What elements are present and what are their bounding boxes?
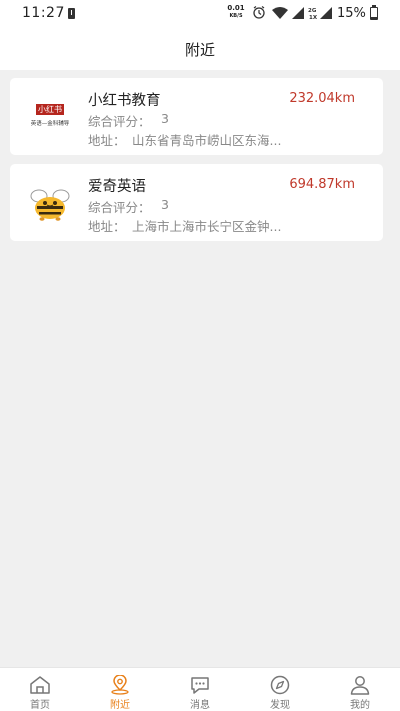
tab-discover-label: 发现	[270, 700, 290, 711]
listing-score-label: 综合评分：	[88, 200, 151, 215]
listing-address-label: 地址：	[88, 133, 126, 148]
signal-2-icon	[320, 7, 332, 19]
home-icon	[30, 676, 50, 694]
listing-address-label: 地址：	[88, 219, 126, 234]
tab-home-label: 首页	[30, 700, 50, 711]
notification-alert-icon	[68, 8, 75, 19]
listing-distance: 232.04km	[289, 91, 355, 106]
listing-name: 小红书教育	[88, 93, 161, 109]
battery-icon	[370, 5, 378, 20]
wifi-icon	[272, 7, 288, 19]
status-time: 11:27	[22, 5, 65, 21]
bee-logo	[30, 189, 70, 221]
listing-score-label: 综合评分：	[88, 114, 151, 129]
tab-profile-label: 我的	[350, 700, 370, 711]
listing-card-xiaohongshu[interactable]: 小红书 英语—金科辅导 小红书教育 232.04km 综合评分： 3 地址： 山…	[10, 78, 383, 155]
tab-nearby-label: 附近	[110, 700, 130, 711]
listing-card-aiqi[interactable]: 爱奇英语 694.87km 综合评分： 3 地址： 上海市上海市长宁区金钟...	[10, 164, 383, 241]
page-title: 附近	[184, 41, 215, 59]
status-icons: 2G 1X	[253, 6, 332, 21]
listing-name: 爱奇英语	[88, 179, 146, 195]
logo-brand-text: 小红书	[36, 104, 64, 115]
tab-messages-label: 消息	[190, 700, 210, 711]
tab-discover[interactable]: 发现	[248, 668, 312, 711]
listing-address: 上海市上海市长宁区金钟...	[132, 219, 282, 234]
network-speed-value: 0.01	[227, 4, 245, 12]
signal-1-icon	[292, 7, 304, 19]
status-bar: 11:27 0.01 KB/S 2G 1X 15%	[0, 0, 400, 28]
app-screen: 11:27 0.01 KB/S 2G 1X 15% 附近 小红书 英语—金科辅导…	[0, 0, 400, 711]
location-icon	[111, 675, 129, 695]
page-header: 附近	[0, 28, 400, 70]
alarm-icon	[253, 6, 265, 19]
battery-percent: 15%	[337, 6, 366, 21]
bottom-tab-bar: 首页 附近 消息 发现 我的	[0, 667, 400, 711]
svg-text:2G: 2G	[308, 8, 317, 14]
tab-nearby[interactable]: 附近	[88, 668, 152, 711]
listing-address: 山东省青岛市崂山区东海...	[132, 133, 282, 148]
xiaohongshu-logo: 小红书 英语—金科辅导	[24, 90, 76, 142]
user-icon	[350, 676, 370, 695]
tab-profile[interactable]: 我的	[328, 668, 392, 711]
network-speed-unit: KB/S	[229, 13, 243, 19]
logo-sub-text: 英语—金科辅导	[30, 121, 70, 127]
sim-label-icon: 2G 1X	[308, 8, 318, 21]
listing-distance: 694.87km	[289, 177, 355, 192]
tab-messages[interactable]: 消息	[168, 668, 232, 711]
compass-icon	[270, 675, 290, 695]
svg-text:1X: 1X	[309, 15, 318, 21]
network-speed: 0.01 KB/S	[226, 4, 246, 20]
tab-home[interactable]: 首页	[8, 668, 72, 711]
listing-score: 3	[161, 111, 169, 126]
listing-score: 3	[161, 197, 169, 212]
chat-icon	[191, 677, 209, 694]
